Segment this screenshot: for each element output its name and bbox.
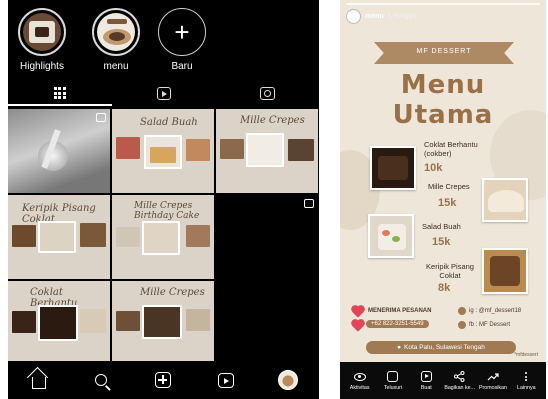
action-more[interactable]: Lainnya <box>511 371 541 391</box>
highlight-label: Highlights <box>20 61 64 72</box>
frame-icon <box>387 371 399 382</box>
share-icon <box>454 371 466 383</box>
location-bar: ● Kota Palu, Sulawesi Tengah <box>366 341 516 354</box>
post-title: Mille Crepes <box>140 287 205 298</box>
story-time: 1 minggu <box>387 13 417 20</box>
story-screen: menu 1 minggu MF DESSERT Menu Utama Cokl… <box>340 0 546 399</box>
order-label: MENERIMA PESANAN <box>368 308 432 314</box>
grid-post[interactable]: Mille Crepes Birthday Cake <box>112 195 214 279</box>
post-title: Mille Crepes Birthday Cake <box>134 201 200 221</box>
grid-post[interactable] <box>216 195 318 279</box>
nav-profile[interactable] <box>277 370 298 390</box>
action-label: Lainnya <box>517 384 536 391</box>
item-price: 10k <box>424 162 443 174</box>
highlight-new[interactable]: + Baru <box>154 8 210 72</box>
item-name: Keripik Pisang Coklat <box>426 262 474 280</box>
item-photo <box>482 248 528 294</box>
reel-badge-icon <box>96 113 106 122</box>
facebook-icon <box>458 321 466 329</box>
item-price: 15k <box>432 236 451 248</box>
location-pin-icon: ● <box>397 344 402 351</box>
heart-icon <box>352 306 364 318</box>
tab-reels[interactable] <box>112 80 216 106</box>
credit-text: *mfdessert <box>514 352 538 358</box>
action-label: Telusuri <box>383 384 403 391</box>
avatar[interactable] <box>346 9 361 24</box>
home-icon <box>32 376 47 389</box>
menu-subtitle: Utama <box>392 100 494 130</box>
grid-icon <box>53 87 66 99</box>
grid-post[interactable] <box>8 109 110 193</box>
grid-post[interactable]: Mille Crepes <box>216 109 318 193</box>
story-username[interactable]: menu <box>365 13 384 20</box>
highlight-thumbnail <box>97 13 135 51</box>
tab-tagged[interactable] <box>215 80 319 106</box>
action-label: Bagikan ke... <box>444 384 475 391</box>
grid-post[interactable]: Keripik Pisang Coklat <box>8 195 110 279</box>
profile-tabs <box>8 80 319 106</box>
location-text: Kota Palu, Sulawesi Tengah <box>404 344 485 351</box>
highlights-row: Highlights menu + Baru <box>8 0 319 86</box>
post-title: Salad Buah <box>140 117 198 128</box>
eye-icon <box>353 372 366 381</box>
nav-reels[interactable] <box>216 370 236 390</box>
action-label: Buat <box>420 384 432 391</box>
more-icon <box>525 372 528 381</box>
story-progress-bar <box>346 3 540 5</box>
story-content: menu 1 minggu MF DESSERT Menu Utama Cokl… <box>340 0 546 362</box>
reels-icon <box>156 86 171 100</box>
reels-icon <box>217 372 234 388</box>
menu-title: Menu <box>400 70 486 100</box>
highlight-label: Baru <box>171 61 193 72</box>
item-photo <box>482 178 528 222</box>
search-icon <box>95 374 108 386</box>
story-action-bar: Aktivitas Telusuri Buat Bagikan ke... Pr… <box>340 362 546 399</box>
item-name: Salad Buah <box>422 222 461 231</box>
highlight-menu[interactable]: menu <box>88 8 144 72</box>
item-price: 15k <box>438 197 457 209</box>
grid-post[interactable]: Salad Buah <box>112 109 214 193</box>
action-label: Aktivitas <box>349 384 370 391</box>
tab-grid[interactable] <box>8 80 112 106</box>
nav-search[interactable] <box>91 370 111 390</box>
avatar <box>277 370 298 390</box>
action-label: Promosikan <box>478 384 507 391</box>
story-header: menu 1 minggu <box>346 9 416 24</box>
action-activity[interactable]: Aktivitas <box>345 371 375 391</box>
instagram-icon <box>458 307 466 315</box>
highlight-thumbnail <box>23 13 61 51</box>
action-create[interactable]: Buat <box>411 371 441 391</box>
action-share[interactable]: Bagikan ke... <box>444 371 475 391</box>
item-photo <box>368 214 414 258</box>
item-photo <box>370 146 416 190</box>
action-browse[interactable]: Telusuri <box>378 371 408 391</box>
trend-icon <box>487 371 499 383</box>
nav-create[interactable] <box>153 370 173 390</box>
heart-icon <box>352 320 364 332</box>
post-title: Mille Crepes <box>240 115 305 126</box>
add-icon <box>155 372 172 388</box>
item-name: Coklat Berhantu (cokber) <box>424 140 478 158</box>
facebook-handle: fb : MF Dessert <box>469 322 511 328</box>
highlight-label: menu <box>103 61 129 72</box>
nav-home[interactable] <box>29 370 49 390</box>
plus-icon: + <box>174 17 190 47</box>
phone-number: +62 822-3251-5549 <box>366 320 429 328</box>
action-promote[interactable]: Promosikan <box>478 371 508 391</box>
item-price: 8k <box>438 282 451 294</box>
bottom-nav <box>8 361 319 399</box>
highlight-highlights[interactable]: Highlights <box>14 8 70 72</box>
grid-post[interactable]: Coklat Berhantu <box>8 281 110 365</box>
screenshot-stage: Highlights menu + Baru Salad Buah Mille … <box>0 0 548 399</box>
grid-post[interactable]: Mille Crepes <box>112 281 214 365</box>
reel-badge-icon <box>304 199 314 208</box>
ribbon-text: MF DESSERT <box>416 48 472 55</box>
item-name: Mille Crepes <box>428 182 470 191</box>
instagram-handle: ig : @mf_dessert18 <box>469 308 522 314</box>
create-icon <box>420 371 432 382</box>
profile-screen: Highlights menu + Baru Salad Buah Mille … <box>8 0 319 399</box>
tagged-icon <box>259 86 275 100</box>
